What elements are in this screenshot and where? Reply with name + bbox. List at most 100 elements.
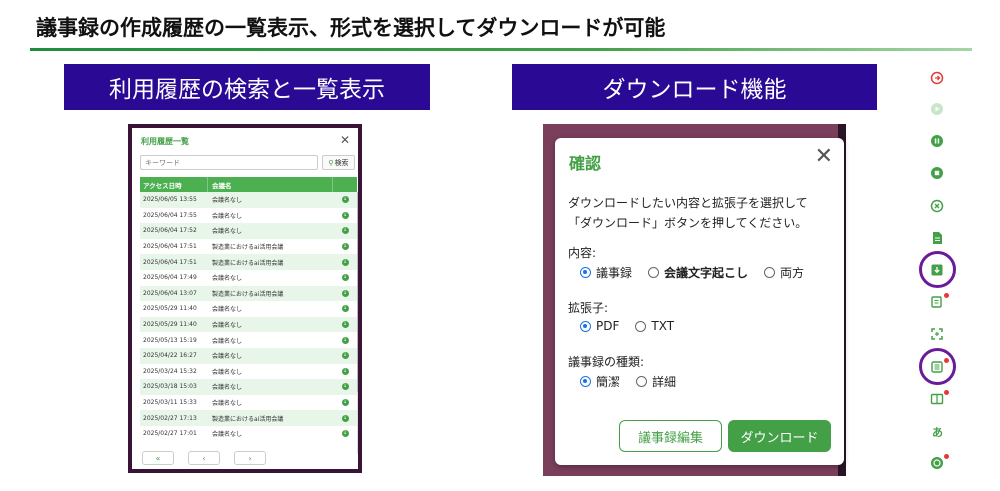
table-row[interactable]: 2025/02/27 17:13 製造業におけるai活用会議 ↓	[140, 410, 357, 426]
download-icon[interactable]: ↓	[341, 321, 349, 329]
table-row[interactable]: 2025/03/18 15:03 会議名なし ↓	[140, 379, 357, 395]
table-row[interactable]: 2025/05/29 11:40 会議名なし ↓	[140, 301, 357, 317]
table-row[interactable]: 2025/06/04 17:49 会議名なし ↓	[140, 270, 357, 286]
chatgpt-icon[interactable]	[930, 456, 944, 470]
row-download-cell: ↓	[333, 243, 357, 251]
download-icon[interactable]: ↓	[341, 211, 349, 219]
document-icon[interactable]	[930, 231, 944, 245]
download-icon[interactable]: ↓	[341, 430, 349, 438]
table-row[interactable]: 2025/06/05 13:55 会議名なし ↓	[140, 192, 357, 208]
extension-option-pdf[interactable]: PDF	[580, 319, 619, 333]
row-date: 2025/06/05 13:55	[143, 196, 197, 204]
table-row[interactable]: 2025/02/27 17:01 会議名なし ↓	[140, 426, 357, 442]
download-icon[interactable]: ↓	[341, 289, 349, 297]
pager-prev-button[interactable]: ‹	[188, 451, 220, 465]
minutes-download-icon[interactable]	[930, 360, 944, 374]
table-row[interactable]: 2025/06/04 13:07 製造業におけるai活用会議 ↓	[140, 285, 357, 302]
content-option-transcript[interactable]: 会議文字起こし	[648, 264, 748, 281]
column-header-meeting: 会議名	[208, 177, 333, 192]
download-icon[interactable]: ↓	[341, 383, 349, 391]
play-icon[interactable]	[930, 102, 944, 116]
row-meeting-name: 会議名なし	[212, 368, 243, 376]
history-table: アクセス日時 会議名 2025/06/05 13:55 会議名なし ↓ 2025/06…	[140, 177, 357, 442]
stop-icon[interactable]	[930, 166, 944, 180]
download-icon[interactable]: ↓	[341, 274, 349, 282]
row-download-cell: ↓	[333, 211, 357, 219]
expand-icon[interactable]	[930, 327, 944, 341]
history-search-button[interactable]: ⚲ 検索	[322, 155, 355, 170]
row-date: 2025/05/13 15:19	[143, 336, 197, 344]
history-table-header: アクセス日時 会議名	[140, 177, 357, 192]
radio-selected-icon[interactable]	[580, 267, 591, 278]
type-option-brief[interactable]: 簡潔	[580, 373, 620, 390]
hiragana-a-icon[interactable]: あ	[932, 424, 943, 440]
banner-history: 利用履歴の検索と一覧表示	[64, 64, 430, 110]
download-icon[interactable]: ↓	[341, 227, 349, 235]
extension-option-txt[interactable]: TXT	[635, 319, 674, 333]
download-icon[interactable]: ↓	[341, 243, 349, 251]
download-icon[interactable]: ↓	[341, 352, 349, 360]
option-label: 簡潔	[596, 375, 621, 389]
radio-icon[interactable]	[635, 320, 647, 332]
dialog-close-icon[interactable]: ✕	[815, 146, 833, 168]
content-label: 内容:	[568, 246, 597, 260]
cancel-icon[interactable]	[930, 199, 944, 213]
download-icon[interactable]: ↓	[341, 196, 349, 204]
table-row[interactable]: 2025/06/04 17:52 会議名なし ↓	[140, 223, 357, 239]
table-row[interactable]: 2025/05/29 11:40 会議名なし ↓	[140, 316, 357, 333]
pause-icon[interactable]	[930, 134, 944, 148]
radio-selected-icon[interactable]	[580, 376, 591, 387]
row-meeting-name: 会議名なし	[212, 400, 243, 408]
row-date: 2025/06/04 17:49	[143, 274, 197, 282]
table-row[interactable]: 2025/03/24 15:32 会議名なし ↓	[140, 364, 357, 380]
row-date: 2025/05/29 11:40	[143, 321, 197, 329]
option-label: 会議文字起こし	[664, 266, 749, 280]
table-row[interactable]: 2025/06/04 17:51 製造業におけるai活用会議 ↓	[140, 239, 357, 255]
row-download-cell: ↓	[333, 367, 357, 375]
row-date: 2025/02/27 17:01	[143, 430, 197, 438]
type-option-detailed[interactable]: 詳細	[636, 373, 676, 390]
edit-document-icon[interactable]	[930, 295, 944, 309]
content-options: 議事録 会議文字起こし 両方	[580, 264, 820, 281]
row-download-cell: ↓	[333, 258, 357, 266]
table-row[interactable]: 2025/06/04 17:55 会議名なし ↓	[140, 208, 357, 224]
table-row[interactable]: 2025/03/11 15:33 会議名なし ↓	[140, 395, 357, 411]
scrollbar-thumb[interactable]	[357, 192, 358, 392]
edit-minutes-button[interactable]: 議事録編集	[619, 420, 722, 452]
content-option-both[interactable]: 両方	[764, 264, 804, 281]
history-download-icon[interactable]	[930, 263, 944, 277]
pager-first-button[interactable]: «	[142, 451, 174, 465]
radio-selected-icon[interactable]	[580, 320, 591, 332]
table-row[interactable]: 2025/06/04 17:51 製造業におけるai活用会議 ↓	[140, 254, 357, 270]
row-download-cell: ↓	[333, 414, 357, 422]
notification-badge	[944, 358, 949, 363]
radio-icon[interactable]	[636, 376, 648, 387]
pager-next-button[interactable]: ›	[234, 451, 266, 465]
download-icon[interactable]: ↓	[341, 305, 349, 313]
download-icon[interactable]: ↓	[341, 336, 349, 344]
record-icon[interactable]	[930, 71, 944, 85]
row-meeting-name: 会議名なし	[212, 306, 243, 314]
row-download-cell: ↓	[333, 383, 357, 391]
content-option-minutes[interactable]: 議事録	[580, 264, 632, 281]
minutes-type-options: 簡潔 詳細	[580, 373, 692, 390]
download-icon[interactable]: ↓	[341, 414, 349, 422]
download-icon[interactable]: ↓	[341, 367, 349, 375]
table-row[interactable]: 2025/04/22 16:27 会議名なし ↓	[140, 347, 357, 364]
download-button[interactable]: ダウンロード	[728, 420, 831, 452]
row-download-cell: ↓	[333, 289, 357, 297]
download-icon[interactable]: ↓	[341, 258, 349, 266]
row-download-cell: ↓	[333, 227, 357, 235]
extension-label: 拡張子:	[568, 301, 609, 315]
book-icon[interactable]	[930, 392, 944, 406]
radio-icon[interactable]	[764, 267, 776, 278]
table-row[interactable]: 2025/05/13 15:19 会議名なし ↓	[140, 332, 357, 348]
history-close-icon[interactable]: ✕	[340, 133, 350, 147]
radio-icon[interactable]	[648, 267, 660, 278]
history-search-input[interactable]	[140, 155, 318, 170]
row-meeting-name: 会議名なし	[212, 212, 243, 220]
history-scrollbar[interactable]	[357, 192, 358, 454]
dialog-message-line1: ダウンロードしたい内容と拡張子を選択して	[568, 196, 808, 210]
download-icon[interactable]: ↓	[341, 399, 349, 407]
row-date: 2025/06/04 13:07	[143, 289, 197, 297]
